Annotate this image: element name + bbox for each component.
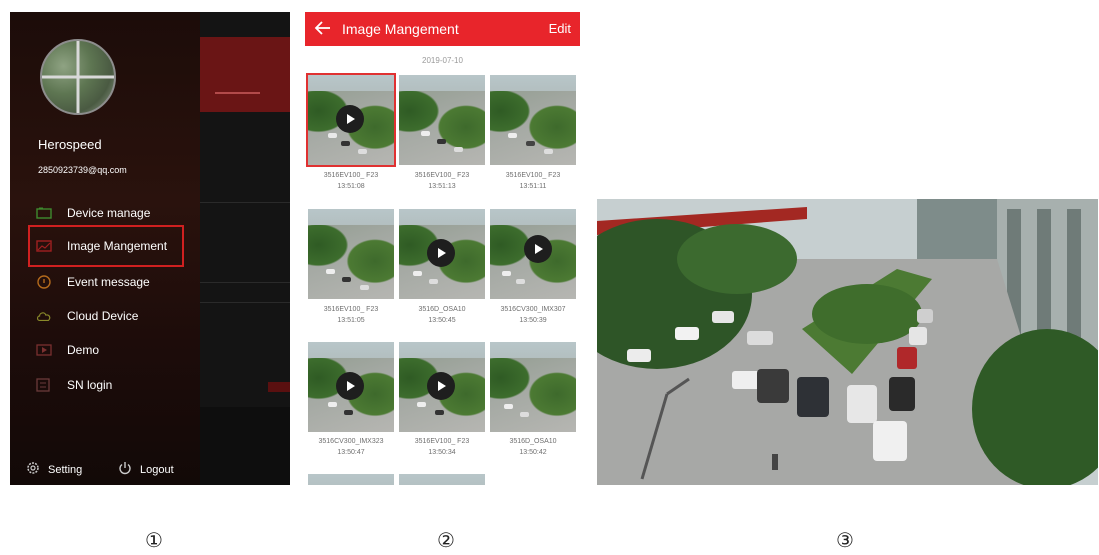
- dimmed-divider: [200, 302, 290, 303]
- thumbnail[interactable]: [490, 342, 576, 432]
- menu-label: Device manage: [67, 206, 151, 220]
- power-icon: [118, 461, 132, 478]
- side-menu-screen: Herospeed 2850923739@qq.com Device manag…: [10, 12, 290, 485]
- thumbnail-caption: 3516CV300_IMX307 13:50:39: [500, 306, 566, 324]
- step-label-3: ③: [836, 528, 854, 552]
- thumbnail[interactable]: [308, 209, 394, 299]
- setting-button[interactable]: Setting: [26, 461, 82, 478]
- dimmed-badge: [268, 382, 290, 392]
- device-icon: [36, 206, 52, 220]
- thumbnail-caption: 3516CV300_IMX323 13:50:47: [318, 438, 384, 456]
- thumbnail[interactable]: [399, 209, 485, 299]
- menu-label: Event message: [67, 275, 150, 289]
- menu-item-cloud-device[interactable]: Cloud Device: [36, 305, 186, 327]
- image-management-screen: Image Mangement Edit 2019-07-10 3516EV10…: [305, 12, 580, 485]
- step-label-2: ②: [437, 528, 455, 552]
- dimmed-tab-indicator: [215, 92, 260, 94]
- menu-label: Cloud Device: [67, 309, 139, 323]
- sn-login-icon: [36, 378, 52, 392]
- thumbnail-caption: 3516EV100_ F23 13:51:13: [414, 172, 470, 190]
- event-icon: [36, 275, 52, 289]
- dimmed-header: [200, 37, 290, 112]
- play-icon[interactable]: [427, 239, 455, 267]
- thumbnail[interactable]: [399, 75, 485, 165]
- thumbnail[interactable]: [306, 73, 396, 167]
- play-icon[interactable]: [427, 372, 455, 400]
- logout-button[interactable]: Logout: [118, 461, 174, 478]
- thumbnail[interactable]: [490, 209, 576, 299]
- menu-label: Image Mangement: [67, 239, 168, 253]
- thumbnail-caption: 3516D_OSA10 13:50:45: [418, 306, 466, 324]
- dimmed-tabbar: [200, 407, 290, 485]
- image-icon: [36, 239, 52, 253]
- thumbnail-caption: 3516D_OSA10 13:50:42: [509, 438, 557, 456]
- menu-label: SN login: [67, 378, 113, 392]
- edit-button[interactable]: Edit: [549, 21, 571, 36]
- cloud-icon: [36, 309, 52, 323]
- step-label-1: ①: [145, 528, 163, 552]
- full-image-view[interactable]: [597, 199, 1098, 485]
- gear-icon: [26, 461, 40, 478]
- thumbnail[interactable]: [308, 342, 394, 432]
- play-icon[interactable]: [336, 372, 364, 400]
- thumbnail[interactable]: [308, 474, 394, 485]
- email: 2850923739@qq.com: [38, 165, 127, 175]
- avatar[interactable]: [40, 39, 116, 115]
- thumbnail-caption: 3516EV100_ F23 13:51:05: [323, 306, 379, 324]
- menu-item-image-management[interactable]: Image Mangement: [28, 225, 184, 267]
- menu-item-event-message[interactable]: Event message: [36, 271, 186, 293]
- page-title: Image Mangement: [342, 21, 459, 37]
- thumbnail[interactable]: [399, 342, 485, 432]
- thumbnail[interactable]: [399, 474, 485, 485]
- menu-item-sn-login[interactable]: SN login: [36, 374, 186, 396]
- username: Herospeed: [38, 137, 102, 152]
- menu-item-device-manage[interactable]: Device manage: [36, 202, 186, 224]
- setting-label: Setting: [48, 463, 83, 476]
- logout-label: Logout: [140, 463, 174, 476]
- thumbnail-caption: 3516EV100_ F23 13:50:34: [414, 438, 470, 456]
- date-header: 2019-07-10: [422, 56, 463, 65]
- dimmed-divider: [200, 202, 290, 203]
- play-icon[interactable]: [524, 235, 552, 263]
- dimmed-divider: [200, 282, 290, 283]
- demo-icon: [36, 343, 52, 357]
- parking-lot-image: [597, 199, 1098, 485]
- thumbnail-caption: 3516EV100_ F23 13:51:11: [505, 172, 561, 190]
- menu-label: Demo: [67, 343, 100, 357]
- menu-item-demo[interactable]: Demo: [36, 339, 186, 361]
- play-icon[interactable]: [336, 105, 364, 133]
- thumbnail[interactable]: [490, 75, 576, 165]
- back-arrow-icon[interactable]: [313, 18, 333, 43]
- thumbnail-caption: 3516EV100_ F23 13:51:08: [323, 172, 379, 190]
